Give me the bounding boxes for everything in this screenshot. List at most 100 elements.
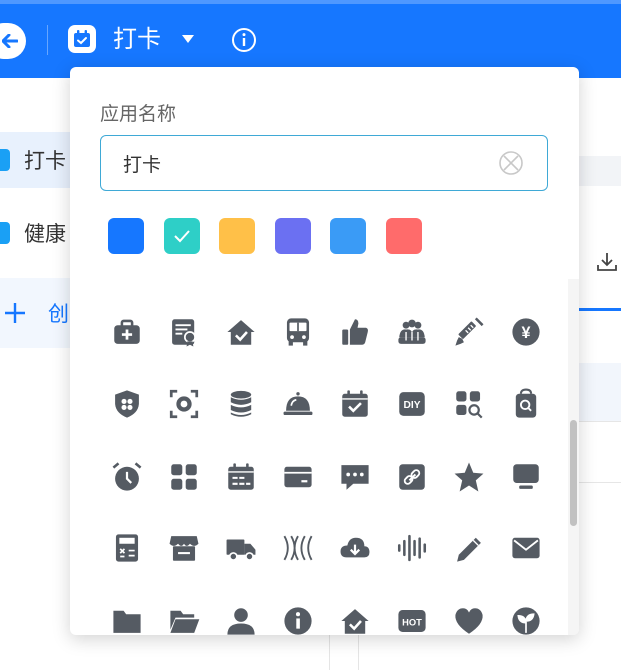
icon-option-store[interactable] (164, 528, 204, 568)
alarm-icon (112, 462, 142, 491)
heart-icon (455, 608, 483, 634)
icon-option-audio[interactable] (392, 528, 432, 568)
icon-option-hot[interactable]: HOT (392, 601, 432, 635)
plant-icon (512, 607, 540, 635)
caret-down-icon[interactable] (181, 34, 195, 44)
icon-option-grid[interactable] (164, 457, 204, 497)
home-check-icon (341, 609, 369, 634)
icon-option-service-bell[interactable] (278, 384, 318, 424)
icon-option-link[interactable] (392, 457, 432, 497)
color-swatch-red[interactable] (385, 218, 422, 254)
icon-option-home-check[interactable] (221, 312, 261, 352)
icon-option-search-bag[interactable] (506, 384, 546, 424)
icon-option-star[interactable] (449, 457, 489, 497)
icon-option-home-check[interactable] (335, 601, 375, 635)
header-divider (47, 25, 48, 55)
icon-option-diy[interactable]: DIY (392, 384, 432, 424)
icon-option-monitor[interactable] (506, 457, 546, 497)
app-name-input[interactable]: 打卡 (100, 135, 548, 191)
row-divider (578, 482, 621, 483)
scrollbar-thumb[interactable] (570, 420, 577, 526)
link-icon (399, 464, 425, 490)
icon-option-card[interactable] (278, 457, 318, 497)
sidebar-item-health[interactable]: 健康 (0, 205, 70, 261)
icon-option-certificate[interactable] (164, 312, 204, 352)
app-title[interactable]: 打卡 (113, 22, 161, 56)
info-icon (284, 607, 312, 635)
app-name-label: 应用名称 (100, 103, 177, 125)
calculator-icon (115, 534, 139, 562)
thumbs-up-icon (342, 319, 368, 345)
icon-option-folder-open[interactable] (164, 601, 204, 635)
toolbar-strip (578, 156, 621, 186)
row-divider (578, 421, 621, 422)
icon-option-folder[interactable] (107, 601, 147, 635)
card-icon (284, 466, 312, 488)
icon-option-user[interactable] (221, 601, 261, 635)
icon-option-calculator[interactable] (107, 528, 147, 568)
app-icon[interactable] (68, 25, 96, 53)
icon-option-truck[interactable] (221, 528, 261, 568)
icon-option-mail[interactable] (506, 528, 546, 568)
icon-option-focus[interactable] (164, 384, 204, 424)
clear-icon[interactable] (498, 150, 524, 176)
cloud-download-icon (340, 537, 370, 558)
shield-icon (115, 390, 139, 418)
home-check-icon (227, 320, 255, 345)
store-icon (169, 536, 199, 561)
color-swatch-indigo[interactable] (274, 218, 311, 254)
icon-option-plant[interactable] (506, 601, 546, 635)
icon-option-info[interactable] (278, 601, 318, 635)
column-divider (358, 630, 359, 670)
audio-icon (397, 534, 427, 562)
icon-option-calendar-check[interactable] (335, 384, 375, 424)
download-icon[interactable] (596, 252, 618, 272)
sidebar-item-label: 打卡 (24, 149, 66, 173)
icon-option-alarm[interactable] (107, 457, 147, 497)
icon-option-medical-kit[interactable] (107, 312, 147, 352)
focus-icon (169, 389, 199, 419)
grid-icon (171, 464, 197, 490)
chat-icon (341, 465, 369, 490)
icon-option-syringe[interactable] (449, 312, 489, 352)
group-icon (398, 319, 426, 344)
color-swatch-blue[interactable] (108, 218, 144, 254)
tab-indicator (578, 308, 621, 311)
color-swatch-teal[interactable] (163, 218, 200, 254)
color-swatch-sky[interactable] (330, 218, 366, 254)
sidebar-item-daka[interactable]: 打卡 (0, 132, 70, 188)
syringe-icon (455, 317, 484, 346)
info-circle-icon[interactable] (231, 27, 257, 53)
svg-text:HOT: HOT (402, 617, 422, 627)
user-icon (227, 608, 255, 635)
icon-option-thumbs-up[interactable] (335, 312, 375, 352)
icon-option-yen[interactable]: ¥ (506, 312, 546, 352)
icon-option-heart[interactable] (449, 601, 489, 635)
icon-option-group[interactable] (392, 312, 432, 352)
wave-icon (283, 535, 313, 561)
database-icon (230, 390, 252, 417)
medical-kit-icon (114, 319, 140, 344)
sidebar-item-label: 健康 (24, 222, 66, 246)
folder-icon (113, 610, 141, 633)
column-divider (329, 630, 330, 670)
icon-option-pencil[interactable] (449, 528, 489, 568)
calendar-check-icon (74, 30, 90, 47)
calendar-check-icon (342, 390, 368, 417)
diy-icon: DIY (399, 392, 425, 416)
color-swatch-orange[interactable] (219, 218, 255, 254)
icon-option-chat[interactable] (335, 457, 375, 497)
main-content-edge (578, 78, 621, 670)
icon-option-bus[interactable] (278, 312, 318, 352)
icon-option-shield[interactable] (107, 384, 147, 424)
icon-option-wave[interactable] (278, 528, 318, 568)
icon-option-database[interactable] (221, 384, 261, 424)
create-button[interactable]: 创 (0, 278, 70, 348)
icon-option-apps-search[interactable] (449, 384, 489, 424)
back-button[interactable] (0, 23, 26, 59)
icon-option-cloud-download[interactable] (335, 528, 375, 568)
certificate-icon (172, 319, 196, 347)
truck-icon (226, 539, 256, 561)
icon-option-calendar[interactable] (221, 457, 261, 497)
search-bag-icon (515, 388, 537, 418)
